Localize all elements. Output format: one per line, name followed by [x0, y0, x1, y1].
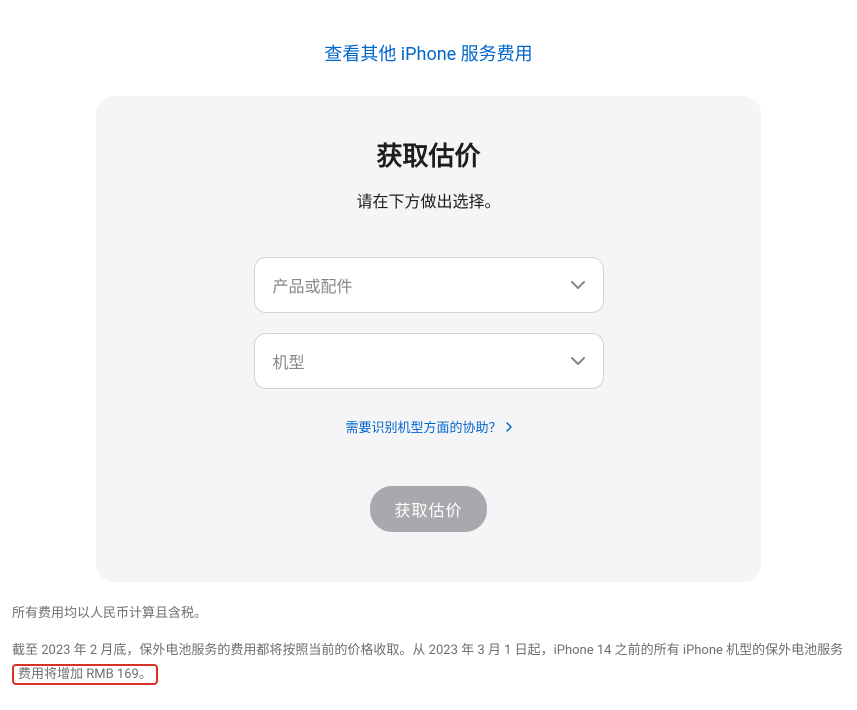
footer-disclaimer: 所有费用均以人民币计算且含税。 截至 2023 年 2 月底，保外电池服务的费用…	[0, 582, 857, 710]
other-services-link[interactable]: 查看其他 iPhone 服务费用	[324, 44, 532, 65]
card-title: 获取估价	[136, 136, 721, 173]
chevron-down-icon	[571, 357, 585, 365]
footer-line-1: 所有费用均以人民币计算且含税。	[12, 602, 845, 625]
card-subtitle: 请在下方做出选择。	[136, 188, 721, 212]
model-select-placeholder: 机型	[273, 349, 305, 373]
estimate-card: 获取估价 请在下方做出选择。 产品或配件 机型 需要识别机型方面的协助？	[96, 96, 761, 582]
model-select[interactable]: 机型	[254, 333, 604, 389]
identify-model-help-link[interactable]: 需要识别机型方面的协助？	[345, 417, 511, 436]
help-link-text: 需要识别机型方面的协助？	[345, 417, 501, 436]
price-increase-highlight: 费用将增加 RMB 169。	[12, 664, 158, 685]
chevron-down-icon	[571, 281, 585, 289]
product-select[interactable]: 产品或配件	[254, 257, 604, 313]
product-select-placeholder: 产品或配件	[273, 273, 353, 297]
chevron-right-icon	[506, 422, 512, 432]
get-estimate-button[interactable]: 获取估价	[370, 486, 486, 532]
